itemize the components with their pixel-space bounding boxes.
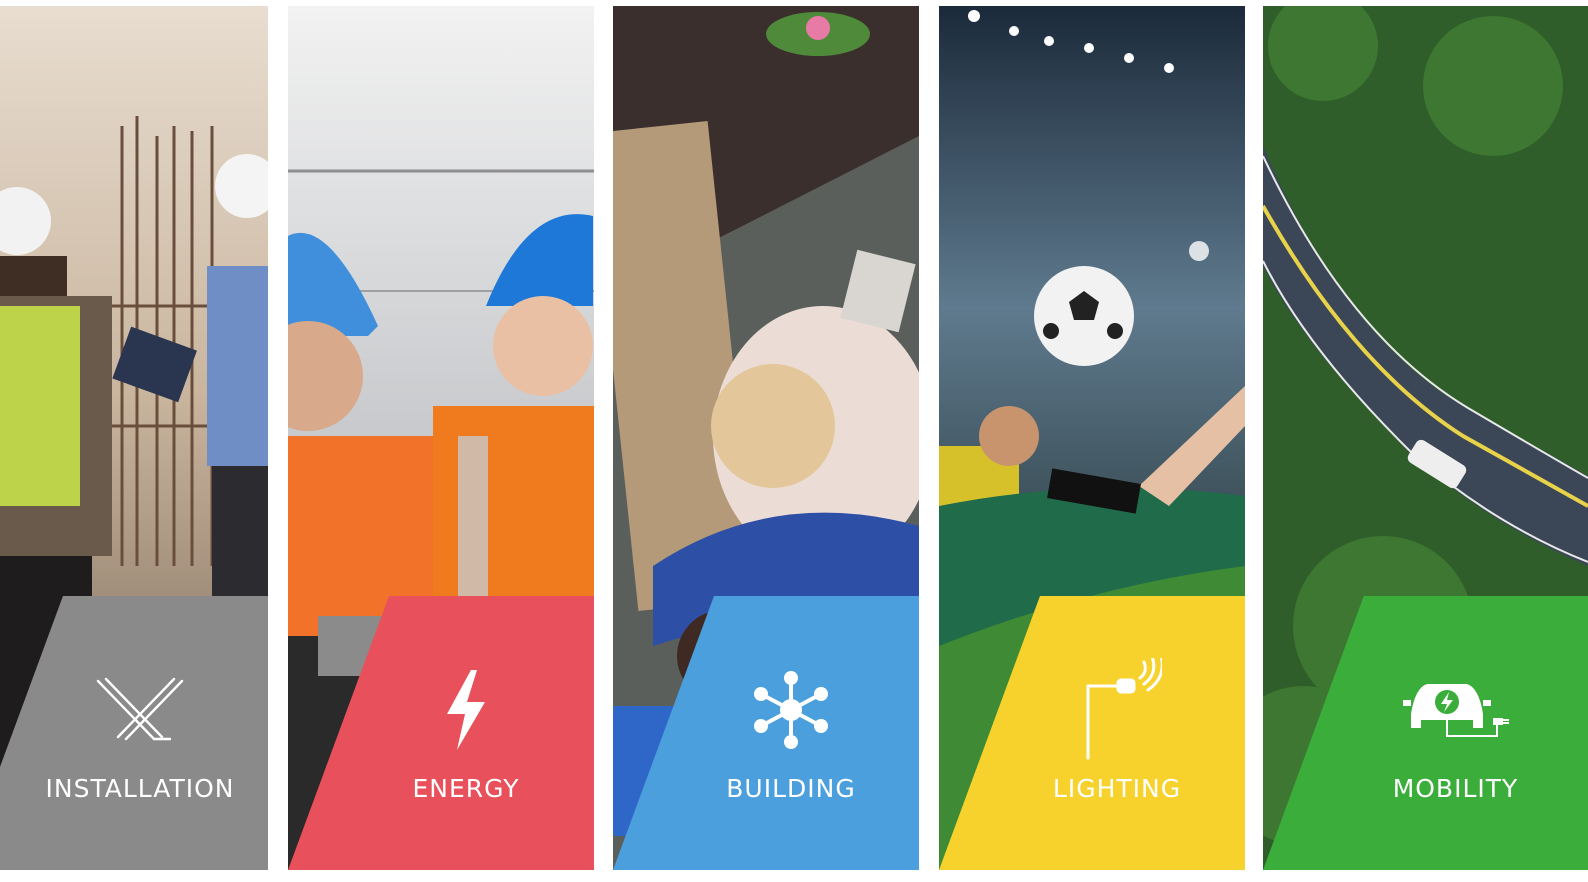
crossed-cables-icon <box>12 670 268 750</box>
category-label: BUILDING <box>726 774 856 803</box>
network-node-icon <box>663 670 919 750</box>
category-label: LIGHTING <box>1052 774 1182 803</box>
category-label: ENERGY <box>412 774 520 803</box>
category-panel-energy[interactable]: ENERGY <box>288 6 594 870</box>
electric-car-charging-icon <box>1323 670 1588 750</box>
category-panel-installation[interactable]: INSTALLATION <box>0 6 268 870</box>
category-panel-lighting[interactable]: LIGHTING <box>939 6 1245 870</box>
category-label: MOBILITY <box>1392 774 1519 803</box>
category-label: INSTALLATION <box>45 774 235 803</box>
street-lamp-icon <box>989 658 1245 760</box>
category-panel-building[interactable]: BUILDING <box>613 6 919 870</box>
category-panel-mobility[interactable]: MOBILITY <box>1263 6 1588 870</box>
lightning-bolt-icon <box>338 670 594 750</box>
